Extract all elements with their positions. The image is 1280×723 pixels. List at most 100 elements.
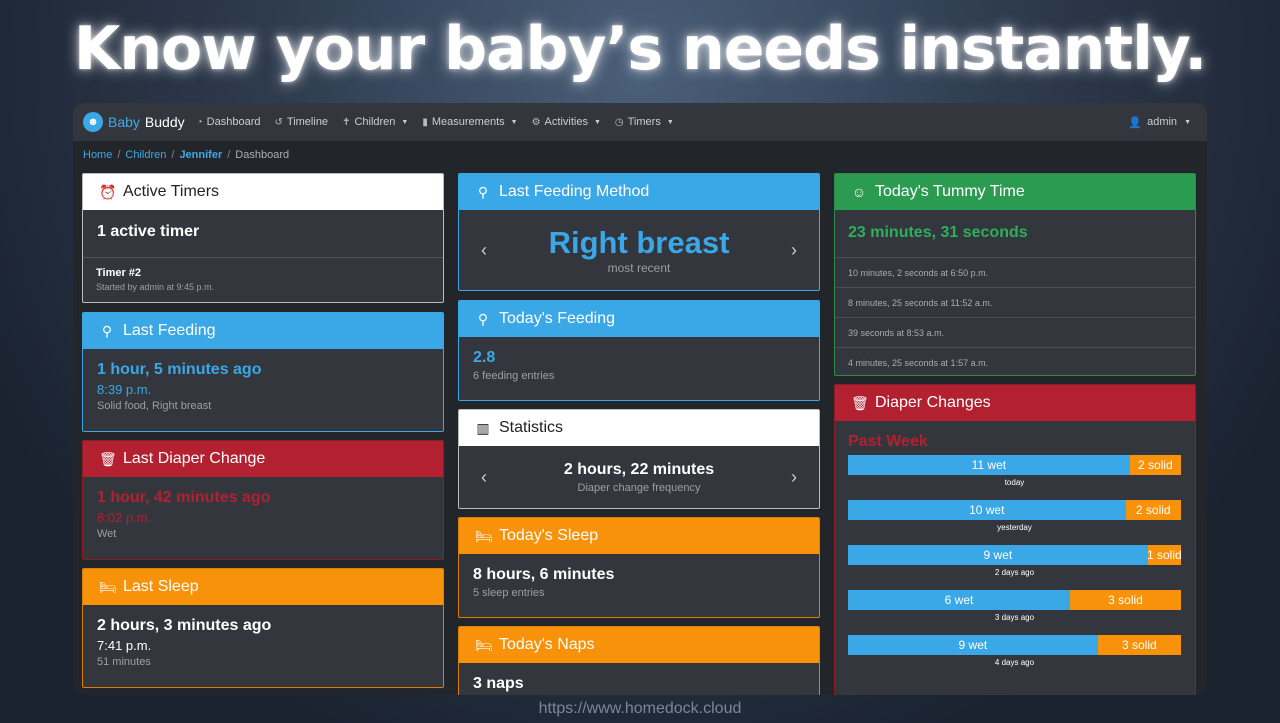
solid-segment: 2 solid	[1125, 500, 1181, 520]
dashboard-icon: ◔	[196, 116, 203, 128]
diaper-day-row: 6 wet 3 solid 3 days ago	[848, 590, 1181, 635]
card-title: Last Sleep	[123, 578, 199, 595]
brand-name-2: Buddy	[144, 114, 185, 130]
spoon-icon: ⚲	[101, 322, 113, 339]
card-title: Last Feeding Method	[499, 183, 650, 200]
navbar: ☻ Baby Buddy ◔ Dashboard ↺ Timeline ✝ Childr…	[73, 103, 1207, 141]
column-1: ⏰ Active Timers 1 active timer Timer #2 S…	[82, 173, 444, 695]
trash-icon: 🗑	[99, 450, 117, 467]
timer-name: Timer #2	[96, 267, 142, 279]
card-body: 8 hours, 6 minutes 5 sleep entries	[459, 554, 819, 611]
diaper-day-label: 3 days ago	[994, 613, 1035, 622]
tummy-entry: 39 seconds at 8:53 a.m.	[835, 317, 1195, 347]
card-last-diaper: 🗑 Last Diaper Change 1 hour, 42 minutes a…	[82, 440, 444, 560]
todays-sleep-sub: 5 sleep entries	[473, 587, 545, 599]
last-sleep-ago: 2 hours, 3 minutes ago	[97, 617, 272, 634]
watermark: https://www.homedock.cloud	[538, 700, 742, 717]
chevron-left-icon[interactable]: ‹	[481, 240, 487, 261]
card-title: Active Timers	[123, 183, 220, 200]
nav-label: Activities	[544, 116, 588, 128]
card-header: ⏰ Active Timers	[83, 174, 443, 210]
timer-started: Started by admin at 9:45 p.m.	[96, 282, 215, 292]
card-title: Last Feeding	[123, 322, 216, 339]
breadcrumb-current: Dashboard	[235, 149, 290, 161]
nav-label: Timers	[627, 116, 661, 128]
card-body: 1 hour, 5 minutes ago 8:39 p.m. Solid fo…	[83, 349, 443, 424]
tummy-entry: 4 minutes, 25 seconds at 1:57 a.m.	[835, 347, 1195, 375]
nav-children[interactable]: ✝ Children ▼	[342, 116, 408, 128]
spoon-icon: ⚲	[477, 183, 489, 200]
last-feeding-time: 8:39 p.m.	[97, 382, 152, 397]
card-tummy-time: ☺ Today's Tummy Time 23 minutes, 31 secon…	[834, 173, 1196, 376]
card-header: 🗑 Last Diaper Change	[83, 441, 443, 477]
card-last-sleep: 🛏 Last Sleep 2 hours, 3 minutes ago 7:41 …	[82, 568, 444, 688]
last-sleep-time: 7:41 p.m.	[97, 638, 152, 653]
solid-segment: 3 solid	[1097, 635, 1181, 655]
clipboard-icon: ▮	[422, 116, 428, 128]
card-header: ⚲ Today's Feeding	[459, 301, 819, 337]
card-header: 🗑 Diaper Changes	[835, 385, 1195, 421]
card-header: 🛏 Last Sleep	[83, 569, 443, 605]
card-title: Today's Naps	[499, 636, 595, 653]
feeding-method-sub: most recent	[607, 261, 671, 275]
headline: Know your baby’s needs instantly.	[73, 14, 1207, 84]
chevron-down-icon: ▼	[593, 118, 601, 126]
last-feeding-ago: 1 hour, 5 minutes ago	[97, 361, 262, 378]
bed-icon: 🛏	[475, 636, 493, 653]
diaper-bar: 10 wet 2 solid	[848, 500, 1181, 520]
nav-activities[interactable]: ⚙ Activities ▼	[532, 116, 601, 128]
last-sleep-detail: 51 minutes	[97, 656, 151, 668]
card-todays-naps: 🛏 Today's Naps 3 naps	[458, 626, 820, 695]
alarm-clock-icon: ⏰	[99, 183, 117, 200]
chevron-down-icon: ▼	[510, 118, 518, 126]
chevron-right-icon[interactable]: ›	[791, 467, 797, 488]
card-last-feeding: ⚲ Last Feeding 1 hour, 5 minutes ago 8:39…	[82, 312, 444, 432]
nav-dashboard[interactable]: ◔ Dashboard	[197, 116, 261, 128]
breadcrumb-home[interactable]: Home	[83, 149, 112, 161]
wet-segment: 10 wet	[848, 500, 1126, 520]
baby-logo-icon: ☻	[83, 112, 103, 132]
tummy-entry: 8 minutes, 25 seconds at 11:52 a.m.	[835, 287, 1195, 317]
card-todays-feeding: ⚲ Today's Feeding 2.8 6 feeding entries	[458, 300, 820, 401]
user-menu[interactable]: 👤 admin ▼	[1128, 116, 1191, 129]
last-diaper-ago: 1 hour, 42 minutes ago	[97, 489, 271, 506]
solid-segment: 2 solid	[1129, 455, 1181, 475]
diaper-bars: 11 wet 2 solid today 10 wet 2 solid yesterday…	[835, 455, 1195, 680]
bed-icon: 🛏	[99, 578, 117, 595]
last-feeding-detail: Solid food, Right breast	[97, 400, 212, 412]
wet-segment: 6 wet	[848, 590, 1070, 610]
wet-segment: 9 wet	[848, 635, 1098, 655]
card-diaper-changes: 🗑 Diaper Changes Past Week 11 wet 2 solid t…	[834, 384, 1196, 695]
brand[interactable]: ☻ Baby Buddy	[83, 112, 185, 132]
nav-measurements[interactable]: ▮ Measurements ▼	[422, 116, 517, 128]
trash-icon: 🗑	[851, 394, 869, 411]
card-feeding-method: ⚲ Last Feeding Method ‹ Right breast most…	[458, 173, 820, 291]
timer-list-item[interactable]: Timer #2 Started by admin at 9:45 p.m.	[83, 257, 443, 301]
nav-timers[interactable]: ◷ Timers ▼	[615, 116, 674, 128]
card-header: ☺ Today's Tummy Time	[835, 174, 1195, 210]
chevron-right-icon[interactable]: ›	[791, 240, 797, 261]
todays-feeding-sub: 6 feeding entries	[473, 370, 555, 382]
nav-timeline[interactable]: ↺ Timeline	[275, 116, 329, 128]
column-3: ☺ Today's Tummy Time 23 minutes, 31 secon…	[834, 173, 1196, 695]
bed-icon: 🛏	[475, 527, 493, 544]
breadcrumb-child[interactable]: Jennifer	[179, 149, 222, 161]
statistics-sub: Diaper change frequency	[577, 481, 701, 494]
card-body: 1 hour, 42 minutes ago 8:02 p.m. Wet	[83, 477, 443, 552]
chevron-left-icon[interactable]: ‹	[481, 467, 487, 488]
todays-feeding-value: 2.8	[473, 349, 496, 366]
carousel: ‹ 2 hours, 22 minutes Diaper change freq…	[459, 446, 819, 508]
tummy-entry: 10 minutes, 2 seconds at 6:50 p.m.	[835, 257, 1195, 287]
user-icon: 👤	[1128, 116, 1143, 129]
bar-chart-icon: ▥	[476, 419, 490, 436]
chevron-down-icon: ▼	[666, 118, 674, 126]
diaper-day-label: 4 days ago	[994, 658, 1035, 667]
card-header: 🛏 Today's Naps	[459, 627, 819, 663]
breadcrumb-children[interactable]: Children	[125, 149, 166, 161]
card-title: Today's Tummy Time	[875, 183, 1025, 200]
wet-segment: 9 wet	[848, 545, 1148, 565]
card-body: 3 naps	[459, 663, 819, 695]
todays-naps-value: 3 naps	[473, 675, 524, 692]
card-body: 1 active timer	[83, 210, 443, 257]
nav-label: Dashboard	[206, 116, 261, 128]
